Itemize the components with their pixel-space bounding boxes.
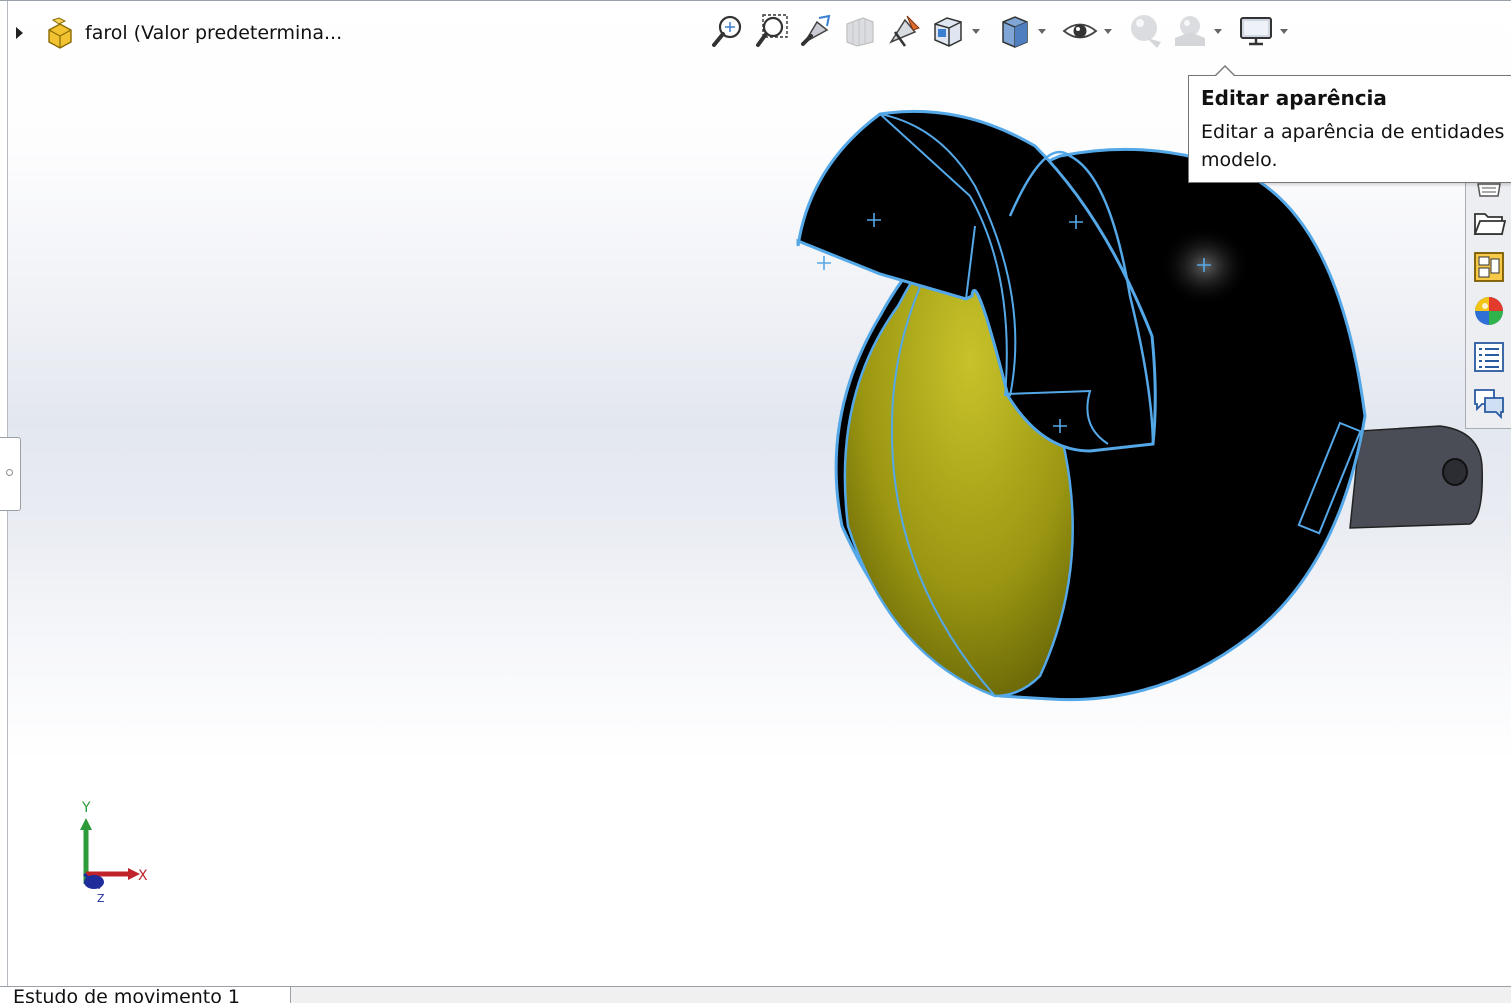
zoom-to-area-button[interactable] bbox=[750, 9, 794, 53]
apply-scene-button[interactable] bbox=[1168, 9, 1212, 53]
tooltip-line-1: Editar a aparência de entidades bbox=[1201, 121, 1505, 143]
reference-triad: Y X Z bbox=[80, 800, 148, 905]
edit-appearance-tooltip: Editar aparência Editar a aparência de e… bbox=[1188, 65, 1511, 183]
appearance-sphere-icon bbox=[1131, 15, 1161, 48]
triad-y-label: Y bbox=[81, 800, 91, 816]
edit-appearance-button[interactable] bbox=[1124, 9, 1168, 53]
file-explorer-icon bbox=[1473, 213, 1506, 235]
bracket-bolt-hole bbox=[1442, 458, 1468, 486]
heads-up-view-toolbar bbox=[706, 9, 1300, 53]
previous-view-button[interactable] bbox=[794, 9, 838, 53]
custom-properties-icon bbox=[1474, 342, 1504, 372]
feature-tree-root[interactable]: farol (Valor predetermina... bbox=[12, 15, 342, 51]
display-style-dropdown[interactable] bbox=[1036, 9, 1048, 53]
display-style-button[interactable] bbox=[992, 9, 1036, 53]
graphics-area[interactable]: farol (Valor predetermina... Editar apar… bbox=[0, 0, 1511, 987]
appearances-icon bbox=[1475, 297, 1503, 325]
zoom-to-fit-button[interactable] bbox=[706, 9, 750, 53]
view-orientation-button[interactable] bbox=[926, 9, 970, 53]
tooltip-line-2: modelo. bbox=[1201, 149, 1278, 171]
zoom-to-fit-icon bbox=[712, 15, 742, 47]
tab-custom-properties[interactable] bbox=[1470, 338, 1508, 376]
farol-headlight-model[interactable] bbox=[780, 96, 1500, 716]
tooltip-title: Editar aparência bbox=[1201, 86, 1387, 110]
task-pane-tabs bbox=[1465, 171, 1511, 429]
tab-file-explorer[interactable] bbox=[1470, 204, 1508, 242]
view-settings-dropdown[interactable] bbox=[1278, 9, 1290, 53]
collapse-handle-dot bbox=[6, 469, 13, 476]
triad-x-label: X bbox=[138, 868, 148, 884]
view-settings-button[interactable] bbox=[1234, 9, 1278, 53]
hide-show-items-dropdown[interactable] bbox=[1102, 9, 1114, 53]
eye-icon bbox=[1062, 23, 1098, 39]
motion-study-tab[interactable]: Estudo de movimento 1 bbox=[0, 987, 291, 1003]
shell-highlight-2 bbox=[1160, 226, 1250, 306]
tab-appearances[interactable] bbox=[1470, 292, 1508, 330]
panel-collapse-handle[interactable] bbox=[0, 437, 21, 511]
apply-scene-dropdown[interactable] bbox=[1212, 9, 1224, 53]
tab-view-palette[interactable] bbox=[1470, 248, 1508, 286]
zoom-to-area-icon bbox=[756, 14, 788, 47]
hide-show-items-button[interactable] bbox=[1058, 9, 1102, 53]
triad-z-label: Z bbox=[97, 892, 105, 905]
view-orientation-dropdown[interactable] bbox=[970, 9, 982, 53]
monitor-icon bbox=[1240, 17, 1272, 46]
previous-view-icon bbox=[801, 14, 831, 46]
dynamic-annotation-icon bbox=[889, 15, 920, 47]
part-name-label: farol (Valor predetermina... bbox=[85, 22, 343, 44]
dynamic-annotation-button[interactable] bbox=[882, 9, 926, 53]
forum-icon bbox=[1474, 389, 1504, 420]
part-icon bbox=[48, 17, 72, 49]
tab-forum[interactable] bbox=[1470, 384, 1508, 422]
expand-caret-icon[interactable] bbox=[16, 27, 23, 39]
motion-study-tab-label: Estudo de movimento 1 bbox=[13, 987, 241, 1003]
view-orientation-icon bbox=[934, 17, 962, 47]
section-view-icon bbox=[846, 17, 874, 47]
scene-icon bbox=[1175, 16, 1205, 46]
status-bar: Estudo de movimento 1 bbox=[0, 986, 1511, 1003]
view-palette-icon bbox=[1474, 252, 1504, 282]
section-view-button[interactable] bbox=[838, 9, 882, 53]
display-style-icon bbox=[1002, 16, 1028, 48]
